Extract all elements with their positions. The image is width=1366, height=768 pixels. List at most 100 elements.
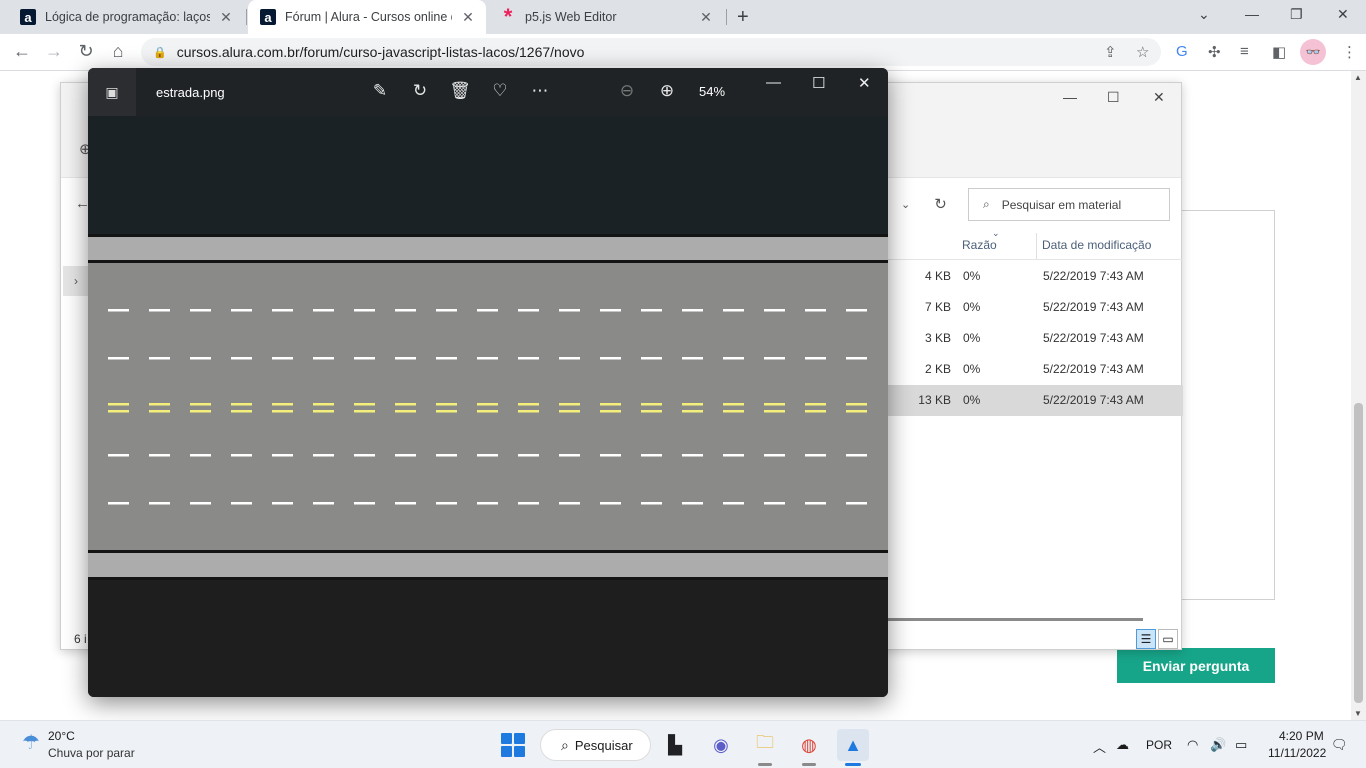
delete-trash-icon[interactable]: 🗑 bbox=[449, 81, 471, 101]
forward-arrow-icon[interactable]: → bbox=[42, 41, 66, 62]
tab-logica[interactable]: a Lógica de programação: laços e l ✕ bbox=[8, 0, 244, 34]
home-icon[interactable]: ⌂ bbox=[106, 41, 130, 62]
weather-temperature[interactable]: 20°C bbox=[48, 729, 75, 743]
lane-dash bbox=[723, 403, 744, 406]
refresh-icon[interactable]: ↻ bbox=[934, 195, 947, 213]
lane-dash bbox=[682, 357, 703, 360]
address-dropdown-icon[interactable]: ⌄ bbox=[901, 198, 910, 211]
p5-favicon-icon: * bbox=[503, 4, 513, 29]
clock-date[interactable]: 11/11/2022 bbox=[1268, 746, 1326, 760]
wifi-icon[interactable]: ◠ bbox=[1187, 737, 1198, 753]
weather-rain-icon[interactable]: ☂ bbox=[22, 730, 40, 755]
minimize-icon[interactable]: — bbox=[1245, 6, 1259, 22]
close-window-icon[interactable]: ✕ bbox=[1337, 6, 1349, 23]
explorer-minimize-icon[interactable]: — bbox=[1063, 89, 1077, 105]
teams-chat-icon[interactable]: ◉ bbox=[705, 729, 737, 761]
alura-favicon-icon: a bbox=[20, 9, 36, 25]
viewer-minimize-icon[interactable]: — bbox=[766, 74, 781, 91]
onedrive-cloud-icon[interactable]: ☁ bbox=[1116, 737, 1129, 753]
lane-dash bbox=[723, 502, 744, 505]
explorer-maximize-icon[interactable]: ☐ bbox=[1107, 89, 1120, 106]
file-ratio: 0% bbox=[963, 300, 981, 314]
tab-search-chevron-icon[interactable]: ⌄ bbox=[1198, 6, 1210, 23]
url-text: cursos.alura.com.br/forum/curso-javascri… bbox=[176, 44, 585, 60]
nav-expand-chevron-icon[interactable]: › bbox=[63, 266, 89, 296]
weather-description[interactable]: Chuva por parar bbox=[48, 746, 135, 760]
tab-forum[interactable]: a Fórum | Alura - Cursos online de ✕ bbox=[248, 0, 486, 34]
tray-overflow-chevron-icon[interactable]: ︿ bbox=[1093, 737, 1106, 756]
battery-icon[interactable]: ▭ bbox=[1235, 737, 1247, 753]
file-row-selected[interactable]: 13 KB 0% 5/22/2019 7:43 AM bbox=[887, 385, 1183, 416]
translate-icon[interactable]: G bbox=[1176, 43, 1188, 60]
favorite-heart-icon[interactable]: ♡ bbox=[489, 81, 511, 101]
lane-dash bbox=[805, 403, 826, 406]
new-tab-button[interactable]: + bbox=[737, 6, 749, 29]
file-row[interactable]: 2 KB 0% 5/22/2019 7:43 AM bbox=[887, 354, 1183, 385]
column-header-ratio[interactable]: Razão bbox=[962, 238, 997, 252]
viewer-close-icon[interactable]: ✕ bbox=[858, 74, 871, 92]
photos-app-icon[interactable]: ▲ bbox=[837, 729, 869, 761]
alura-favicon-icon: a bbox=[260, 9, 276, 25]
file-explorer-icon[interactable]: 🗀 bbox=[749, 729, 781, 761]
taskbar-search-button[interactable]: ⌕ Pesquisar bbox=[540, 729, 651, 761]
explorer-address-controls: ⌄ ↻ bbox=[887, 188, 957, 220]
extensions-puzzle-icon[interactable]: ✣ bbox=[1208, 43, 1221, 61]
column-divider[interactable] bbox=[1036, 233, 1037, 259]
lane-dash bbox=[313, 357, 334, 360]
reading-list-icon[interactable]: ≡ bbox=[1240, 43, 1249, 60]
lane-dash bbox=[395, 502, 416, 505]
bookmark-star-icon[interactable]: ☆ bbox=[1136, 43, 1149, 61]
details-view-icon[interactable]: ☰ bbox=[1136, 629, 1156, 649]
volume-icon[interactable]: 🔊 bbox=[1210, 737, 1226, 753]
scroll-up-icon[interactable]: ▲ bbox=[1354, 73, 1362, 82]
lane-dash bbox=[436, 502, 457, 505]
zoom-out-icon[interactable]: ⊖ bbox=[616, 81, 638, 101]
viewer-maximize-icon[interactable]: ☐ bbox=[812, 74, 825, 92]
explorer-close-icon[interactable]: ✕ bbox=[1153, 89, 1165, 106]
clock-time[interactable]: 4:20 PM bbox=[1279, 729, 1324, 743]
zoom-in-icon[interactable]: ⊕ bbox=[656, 81, 678, 101]
share-icon[interactable]: ⇪ bbox=[1104, 43, 1117, 61]
lane-dash bbox=[231, 357, 252, 360]
input-language[interactable]: POR bbox=[1146, 738, 1172, 752]
file-ratio: 0% bbox=[963, 269, 981, 283]
scroll-down-icon[interactable]: ▼ bbox=[1354, 709, 1362, 718]
file-row[interactable]: 3 KB 0% 5/22/2019 7:43 AM bbox=[887, 323, 1183, 354]
chrome-icon[interactable]: ◍ bbox=[793, 729, 825, 761]
page-scrollbar[interactable]: ▲ ▼ bbox=[1351, 71, 1366, 720]
lane-dash bbox=[108, 403, 129, 406]
tiles-view-icon[interactable]: ▭ bbox=[1158, 629, 1178, 649]
lane-dash bbox=[231, 502, 252, 505]
notifications-icon[interactable]: 🗨 bbox=[1331, 737, 1348, 753]
submit-question-button[interactable]: Enviar pergunta bbox=[1117, 648, 1275, 683]
task-view-icon[interactable]: ▙ bbox=[659, 729, 691, 761]
lane-dash bbox=[231, 309, 252, 312]
close-icon[interactable]: ✕ bbox=[218, 9, 234, 26]
address-bar[interactable]: 🔒 cursos.alura.com.br/forum/curso-javasc… bbox=[141, 38, 1161, 66]
more-options-icon[interactable]: ⋯ bbox=[529, 81, 551, 101]
tab-p5js[interactable]: * p5.js Web Editor ✕ bbox=[488, 0, 724, 34]
lane-dash bbox=[272, 357, 293, 360]
side-panel-icon[interactable]: ◧ bbox=[1272, 43, 1286, 61]
start-windows-icon[interactable] bbox=[501, 733, 525, 757]
close-icon[interactable]: ✕ bbox=[698, 9, 714, 26]
more-menu-icon[interactable]: ⋮ bbox=[1342, 43, 1357, 61]
reload-icon[interactable]: ↻ bbox=[74, 41, 98, 62]
file-row[interactable]: 4 KB 0% 5/22/2019 7:43 AM bbox=[887, 261, 1183, 292]
edit-image-icon[interactable]: ✎ bbox=[369, 81, 391, 101]
column-header-date[interactable]: Data de modificação bbox=[1042, 238, 1151, 252]
rotate-icon[interactable]: ↻ bbox=[409, 81, 431, 101]
lane-dash bbox=[846, 357, 867, 360]
restore-icon[interactable]: ❐ bbox=[1290, 6, 1303, 23]
close-icon[interactable]: ✕ bbox=[460, 9, 476, 26]
file-row[interactable]: 7 KB 0% 5/22/2019 7:43 AM bbox=[887, 292, 1183, 323]
running-indicator bbox=[802, 763, 816, 766]
gallery-icon[interactable]: ▣ bbox=[88, 68, 136, 116]
lane-dash bbox=[559, 309, 580, 312]
scrollbar-thumb[interactable] bbox=[1354, 403, 1363, 703]
lane-dash bbox=[723, 410, 744, 413]
back-arrow-icon[interactable]: ← bbox=[10, 41, 34, 62]
horizontal-scrollbar[interactable] bbox=[887, 618, 1143, 621]
explorer-search-input[interactable]: ⌕ Pesquisar em material bbox=[968, 188, 1170, 221]
profile-avatar[interactable]: 👓 bbox=[1300, 39, 1326, 65]
